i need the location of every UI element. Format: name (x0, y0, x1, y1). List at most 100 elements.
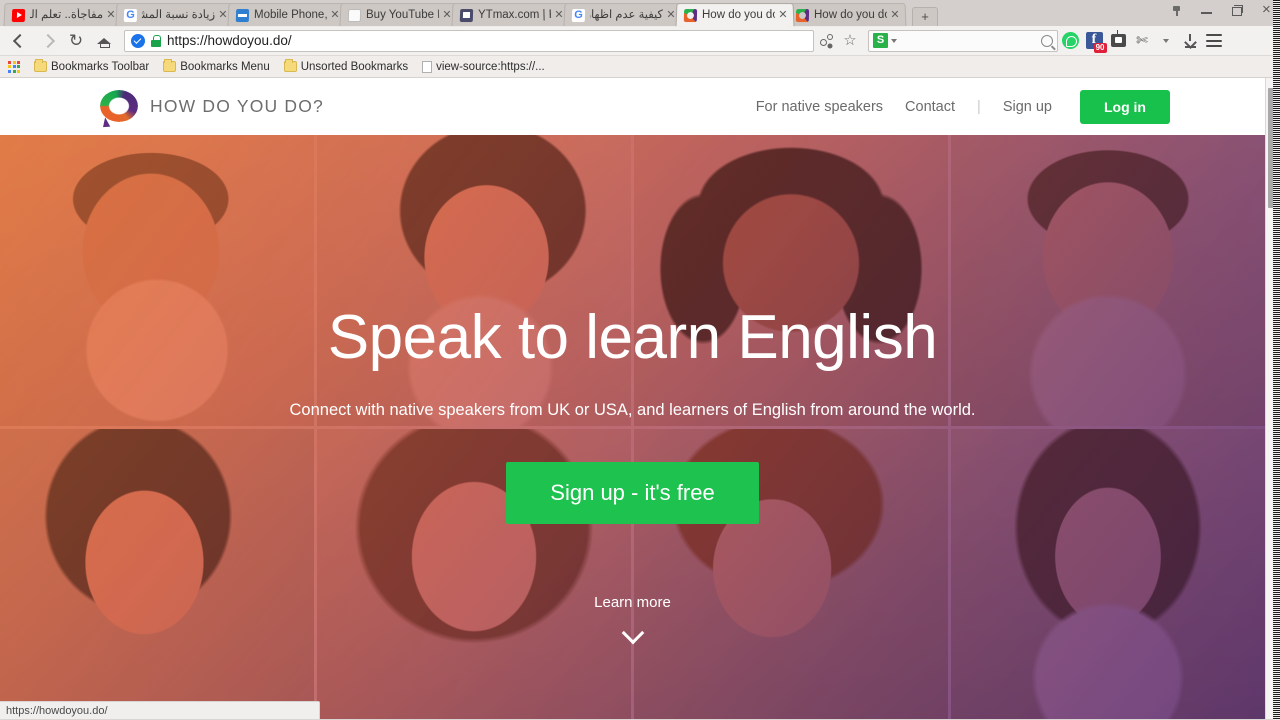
bookmark-bookmarks-menu[interactable]: Bookmarks Menu (163, 59, 270, 73)
screen-edge-artifact (1273, 0, 1280, 720)
chevron-down-icon (623, 623, 643, 643)
howdoyoudo-icon (795, 8, 810, 22)
close-icon[interactable] (1260, 1, 1274, 18)
nav-separator: | (977, 98, 981, 115)
download-icon (1184, 33, 1197, 48)
folder-icon (283, 59, 297, 72)
clip-dropdown-button[interactable] (1154, 29, 1178, 53)
pin-icon[interactable] (1170, 4, 1184, 18)
browser-tab-5[interactable]: YTmax.com | Fre ✕ (451, 3, 571, 27)
bookmark-label: Bookmarks Toolbar (51, 60, 150, 73)
sign-up-free-button[interactable]: Sign up - it's free (506, 462, 759, 524)
bookmark-button[interactable]: ☆ (838, 29, 862, 53)
whatsapp-icon (1061, 32, 1079, 49)
browser-tab-7-active[interactable]: How do you do? ✕ (675, 3, 795, 27)
nav-contact[interactable]: Contact (905, 99, 955, 115)
reload-button[interactable]: ↻ (62, 28, 90, 54)
site-logo-text: HOW DO YOU DO? (150, 96, 324, 116)
tab-title: Mobile Phone, N (253, 9, 328, 22)
tab-title: كيفية عدم اظهار ا (589, 9, 664, 22)
bookmark-label: Unsorted Bookmarks (300, 60, 409, 73)
window-controls (1170, 0, 1274, 22)
search-engine-icon[interactable]: S (873, 33, 888, 48)
hero-headline: Speak to learn English (327, 303, 938, 372)
tab-strip: مفاجأة.. تعلم اللغ ✕ G زيادة نسبة المشاه… (0, 0, 1280, 27)
browser-menu-button[interactable] (1202, 29, 1226, 53)
lock-icon (151, 34, 161, 47)
verified-badge-icon (131, 33, 145, 48)
bookmark-label: view-source:https://... (436, 60, 545, 73)
hero-section: Speak to learn English Connect with nati… (0, 135, 1265, 719)
url-text: https://howdoyou.do/ (167, 33, 292, 48)
tab-title: How do you do? (701, 9, 776, 22)
speech-bubble-logo-icon (100, 90, 138, 129)
site-nav: For native speakers Contact | Sign up Lo… (756, 89, 1170, 124)
whatsapp-extension-button[interactable] (1058, 29, 1082, 53)
blue-site-icon (235, 8, 250, 22)
scissors-icon: ✄ (1136, 32, 1148, 48)
status-bar: https://howdoyou.do/ (0, 701, 320, 719)
star-icon: ☆ (843, 32, 857, 49)
hero-content: Speak to learn English Connect with nati… (0, 135, 1265, 719)
forward-arrow-icon (40, 33, 56, 48)
forward-button[interactable] (34, 28, 62, 54)
home-button[interactable] (90, 28, 118, 54)
log-in-button[interactable]: Log in (1080, 89, 1170, 124)
folder-icon (34, 59, 47, 72)
browser-tab-6[interactable]: G كيفية عدم اظهار ا ✕ (563, 3, 683, 27)
hero-subheadline: Connect with native speakers from UK or … (289, 401, 976, 419)
tv-icon (1110, 30, 1126, 47)
clip-extension-button[interactable]: ✄ (1130, 29, 1154, 53)
download-button[interactable] (1178, 29, 1202, 53)
restore-icon[interactable] (1230, 4, 1244, 18)
bookmark-label: Bookmarks Menu (180, 60, 270, 73)
bookmark-view-source[interactable]: view-source:https://... (422, 60, 545, 73)
address-bar[interactable]: https://howdoyou.do/ (124, 29, 814, 52)
page-icon (347, 8, 362, 22)
minimize-icon[interactable] (1200, 4, 1214, 18)
reload-icon: ↻ (68, 31, 84, 50)
share-button[interactable] (814, 29, 838, 53)
search-input[interactable]: S (868, 29, 1058, 52)
browser-tab-3[interactable]: Mobile Phone, N ✕ (227, 3, 347, 27)
howdoyoudo-icon (683, 8, 698, 22)
chevron-down-icon (1163, 38, 1169, 43)
browser-tab-4[interactable]: Buy YouTube Lik ✕ (339, 3, 459, 27)
tab-title: زيادة نسبة المشاه (141, 9, 216, 22)
learn-more-link[interactable]: Learn more (594, 594, 671, 643)
document-icon (422, 60, 433, 73)
back-button[interactable] (6, 28, 34, 54)
search-icon (1041, 34, 1053, 47)
bookmarks-bar: Bookmarks Toolbar Bookmarks Menu Unsorte… (0, 56, 1280, 78)
nav-sign-up[interactable]: Sign up (1003, 99, 1052, 115)
learn-more-label: Learn more (594, 594, 671, 611)
new-tab-button[interactable]: + (912, 7, 938, 26)
bookmark-bookmarks-toolbar[interactable]: Bookmarks Toolbar (34, 59, 150, 73)
chevron-down-icon[interactable] (891, 38, 897, 43)
browser-toolbar: ↻ https://howdoyou.do/ ☆ S f 90 ✄ (0, 26, 1280, 56)
apps-grid-icon[interactable] (8, 60, 20, 73)
youtube-icon (11, 8, 26, 22)
bookmark-unsorted-bookmarks[interactable]: Unsorted Bookmarks (283, 59, 409, 73)
hamburger-menu-icon (1206, 34, 1222, 47)
website-page: HOW DO YOU DO? For native speakers Conta… (0, 78, 1265, 719)
browser-tab-1[interactable]: مفاجأة.. تعلم اللغ ✕ (3, 3, 123, 27)
ytmax-icon (459, 8, 474, 22)
facebook-extension-button[interactable]: f 90 (1082, 29, 1107, 53)
tab-close-icon[interactable]: ✕ (777, 9, 789, 21)
tab-title: مفاجأة.. تعلم اللغ (29, 9, 104, 22)
home-icon (97, 34, 111, 48)
tab-title: YTmax.com | Fre (477, 9, 552, 22)
site-logo[interactable]: HOW DO YOU DO? (100, 90, 324, 129)
folder-icon (163, 59, 177, 72)
nav-for-native-speakers[interactable]: For native speakers (756, 99, 883, 115)
tab-close-icon[interactable]: ✕ (889, 9, 901, 21)
facebook-icon: f 90 (1085, 32, 1107, 53)
page-viewport: HOW DO YOU DO? For native speakers Conta… (0, 78, 1280, 719)
video-extension-button[interactable] (1106, 29, 1130, 53)
notification-badge: 90 (1093, 43, 1107, 53)
browser-tab-8[interactable]: How do you do? ✕ (787, 3, 907, 27)
google-icon: G (571, 8, 586, 22)
browser-tab-2[interactable]: G زيادة نسبة المشاه ✕ (115, 3, 235, 27)
share-icon (819, 33, 833, 48)
